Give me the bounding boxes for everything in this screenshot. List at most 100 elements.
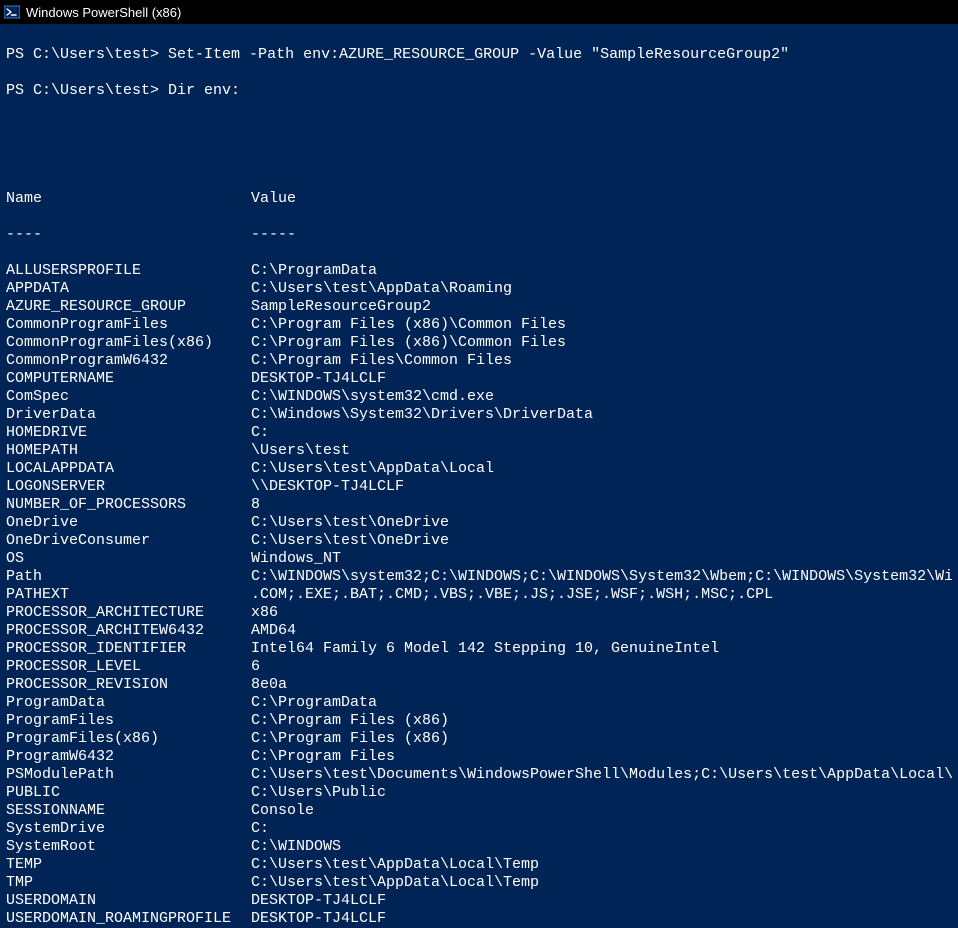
env-name: Path	[6, 568, 251, 586]
env-name: SystemDrive	[6, 820, 251, 838]
env-name: USERDOMAIN	[6, 892, 251, 910]
env-value: C:\Program Files\Common Files	[251, 352, 952, 370]
env-value: SampleResourceGroup2	[251, 298, 952, 316]
env-value: C:\Program Files (x86)\Common Files	[251, 316, 952, 334]
header-name: Name	[6, 190, 251, 208]
env-value: C:\ProgramData	[251, 262, 952, 280]
env-value: C:\Users\test\Documents\WindowsPowerShel…	[251, 766, 952, 784]
env-name: OneDriveConsumer	[6, 532, 251, 550]
env-value: \Users\test	[251, 442, 952, 460]
env-value: C:\Users\test\OneDrive	[251, 514, 952, 532]
env-name: PROCESSOR_IDENTIFIER	[6, 640, 251, 658]
env-value: AMD64	[251, 622, 952, 640]
env-row: CommonProgramW6432C:\Program Files\Commo…	[6, 352, 952, 370]
env-value: DESKTOP-TJ4LCLF	[251, 370, 952, 388]
env-value: C:\Users\test\OneDrive	[251, 532, 952, 550]
env-value: C:\Users\test\AppData\Local\Temp	[251, 874, 952, 892]
env-row: SystemRootC:\WINDOWS	[6, 838, 952, 856]
env-row: ALLUSERSPROFILEC:\ProgramData	[6, 262, 952, 280]
env-value: C:\WINDOWS	[251, 838, 952, 856]
env-row: ProgramFiles(x86)C:\Program Files (x86)	[6, 730, 952, 748]
env-row: CommonProgramFiles(x86)C:\Program Files …	[6, 334, 952, 352]
header-value: Value	[251, 190, 952, 208]
env-name: PUBLIC	[6, 784, 251, 802]
env-name: HOMEPATH	[6, 442, 251, 460]
env-value: C:\Users\test\AppData\Local	[251, 460, 952, 478]
env-name: SystemRoot	[6, 838, 251, 856]
env-name: NUMBER_OF_PROCESSORS	[6, 496, 251, 514]
env-name: LOGONSERVER	[6, 478, 251, 496]
env-value: Windows_NT	[251, 550, 952, 568]
env-row: ProgramFilesC:\Program Files (x86)	[6, 712, 952, 730]
env-name: OS	[6, 550, 251, 568]
env-name: CommonProgramW6432	[6, 352, 251, 370]
env-value: C:\Program Files	[251, 748, 952, 766]
env-value: DESKTOP-TJ4LCLF	[251, 892, 952, 910]
env-row: PATHEXT.COM;.EXE;.BAT;.CMD;.VBS;.VBE;.JS…	[6, 586, 952, 604]
env-row: PROCESSOR_IDENTIFIERIntel64 Family 6 Mod…	[6, 640, 952, 658]
env-name: SESSIONNAME	[6, 802, 251, 820]
env-row: NUMBER_OF_PROCESSORS8	[6, 496, 952, 514]
env-name: PROCESSOR_ARCHITECTURE	[6, 604, 251, 622]
env-name: DriverData	[6, 406, 251, 424]
env-value: C:\Windows\System32\Drivers\DriverData	[251, 406, 952, 424]
env-row: USERDOMAINDESKTOP-TJ4LCLF	[6, 892, 952, 910]
env-value: Console	[251, 802, 952, 820]
env-row: OneDriveC:\Users\test\OneDrive	[6, 514, 952, 532]
env-name: USERDOMAIN_ROAMINGPROFILE	[6, 910, 251, 928]
env-row: COMPUTERNAMEDESKTOP-TJ4LCLF	[6, 370, 952, 388]
env-name: AZURE_RESOURCE_GROUP	[6, 298, 251, 316]
powershell-icon	[4, 4, 20, 20]
env-value: C:\WINDOWS\system32;C:\WINDOWS;C:\WINDOW…	[251, 568, 952, 586]
window-title: Windows PowerShell (x86)	[26, 5, 181, 20]
env-row: HOMEDRIVEC:	[6, 424, 952, 442]
env-name: PROCESSOR_LEVEL	[6, 658, 251, 676]
prompt-text: PS C:\Users\test>	[6, 82, 159, 99]
env-row: SystemDriveC:	[6, 820, 952, 838]
env-name: PROCESSOR_ARCHITEW6432	[6, 622, 251, 640]
env-row: TMPC:\Users\test\AppData\Local\Temp	[6, 874, 952, 892]
env-value: C:\WINDOWS\system32\cmd.exe	[251, 388, 952, 406]
env-value: C:\Users\Public	[251, 784, 952, 802]
env-row: ProgramW6432C:\Program Files	[6, 748, 952, 766]
env-name: PATHEXT	[6, 586, 251, 604]
env-row: PROCESSOR_REVISION8e0a	[6, 676, 952, 694]
env-name: PROCESSOR_REVISION	[6, 676, 251, 694]
env-value: DESKTOP-TJ4LCLF	[251, 910, 952, 928]
env-row: APPDATAC:\Users\test\AppData\Roaming	[6, 280, 952, 298]
env-name: ProgramW6432	[6, 748, 251, 766]
env-row: PathC:\WINDOWS\system32;C:\WINDOWS;C:\WI…	[6, 568, 952, 586]
env-value: x86	[251, 604, 952, 622]
env-value: C:	[251, 424, 952, 442]
env-name: PSModulePath	[6, 766, 251, 784]
env-value: 6	[251, 658, 952, 676]
env-value: 8	[251, 496, 952, 514]
env-name: LOCALAPPDATA	[6, 460, 251, 478]
env-name: APPDATA	[6, 280, 251, 298]
env-value: C:\ProgramData	[251, 694, 952, 712]
env-name: ALLUSERSPROFILE	[6, 262, 251, 280]
env-name: HOMEDRIVE	[6, 424, 251, 442]
env-row: PROCESSOR_ARCHITEW6432AMD64	[6, 622, 952, 640]
titlebar[interactable]: Windows PowerShell (x86)	[0, 0, 958, 24]
env-row: AZURE_RESOURCE_GROUPSampleResourceGroup2	[6, 298, 952, 316]
env-value: C:\Program Files (x86)	[251, 712, 952, 730]
env-row: HOMEPATH\Users\test	[6, 442, 952, 460]
env-row: OneDriveConsumerC:\Users\test\OneDrive	[6, 532, 952, 550]
command-1: Set-Item -Path env:AZURE_RESOURCE_GROUP …	[168, 46, 789, 63]
env-row: LOGONSERVER\\DESKTOP-TJ4LCLF	[6, 478, 952, 496]
env-value: C:\Program Files (x86)\Common Files	[251, 334, 952, 352]
env-name: CommonProgramFiles	[6, 316, 251, 334]
env-row: PSModulePathC:\Users\test\Documents\Wind…	[6, 766, 952, 784]
header-underline: ----	[6, 226, 251, 244]
env-name: TMP	[6, 874, 251, 892]
env-row: LOCALAPPDATAC:\Users\test\AppData\Local	[6, 460, 952, 478]
env-row: CommonProgramFilesC:\Program Files (x86)…	[6, 316, 952, 334]
env-name: CommonProgramFiles(x86)	[6, 334, 251, 352]
env-row: DriverDataC:\Windows\System32\Drivers\Dr…	[6, 406, 952, 424]
command-2: Dir env:	[168, 82, 240, 99]
env-name: ProgramFiles(x86)	[6, 730, 251, 748]
env-value: .COM;.EXE;.BAT;.CMD;.VBS;.VBE;.JS;.JSE;.…	[251, 586, 952, 604]
terminal-output[interactable]: PS C:\Users\test> Set-Item -Path env:AZU…	[0, 24, 958, 928]
env-row: PUBLICC:\Users\Public	[6, 784, 952, 802]
